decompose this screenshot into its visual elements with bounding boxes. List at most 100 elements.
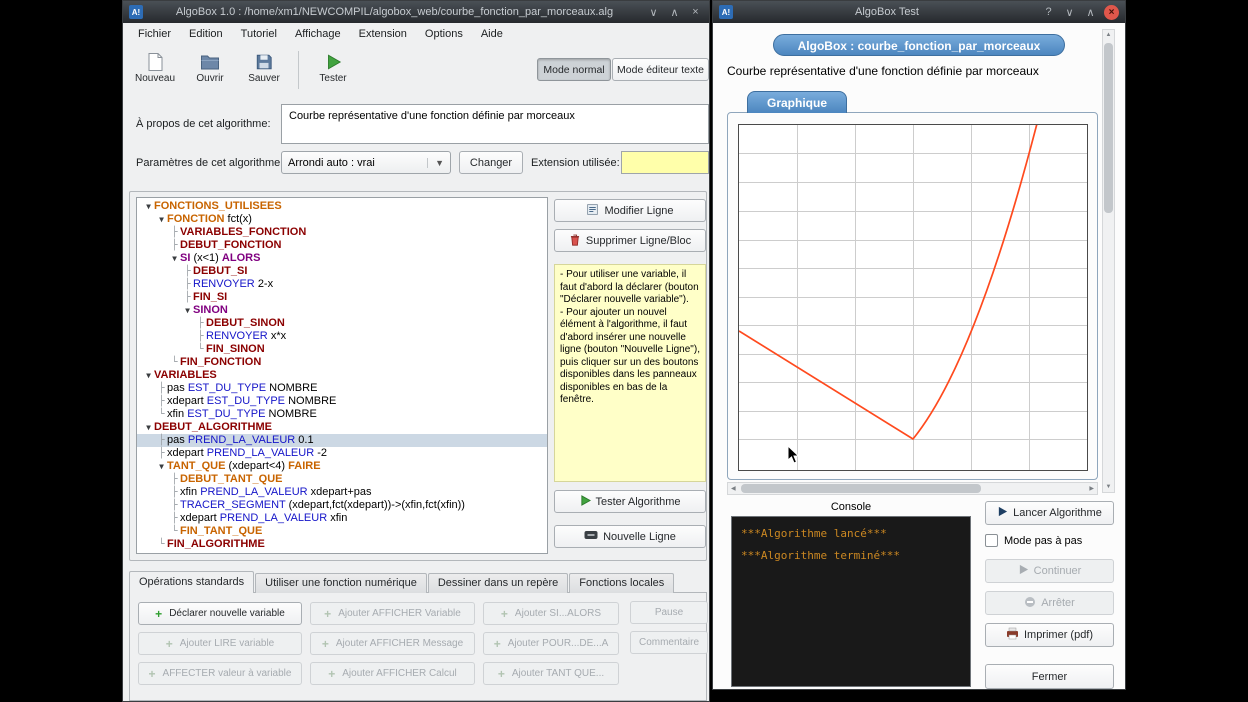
collapse-arrow-icon[interactable]: ▼ bbox=[156, 213, 167, 226]
tree-row[interactable]: ├TRACER_SEGMENT (xdepart,fct(xdepart))->… bbox=[137, 499, 547, 512]
mode-normal-button[interactable]: Mode normal bbox=[537, 58, 611, 81]
scroll-right-icon[interactable]: ▶ bbox=[1089, 485, 1094, 492]
tree-row[interactable]: ├RENVOYER x*x bbox=[137, 330, 547, 343]
tree-row[interactable]: ├xfin PREND_LA_VALEUR xdepart+pas bbox=[137, 486, 547, 499]
tree-row[interactable]: ├RENVOYER 2-x bbox=[137, 278, 547, 291]
open-button[interactable]: Ouvrir bbox=[187, 49, 233, 87]
add-if-then-button[interactable]: +Ajouter SI...ALORS bbox=[483, 602, 619, 625]
algorithm-tree[interactable]: ▼FONCTIONS_UTILISEES ▼FONCTION fct(x) ├V… bbox=[136, 197, 548, 554]
menu-edition[interactable]: Edition bbox=[180, 24, 232, 44]
tree-row[interactable]: ├VARIABLES_FONCTION bbox=[137, 226, 547, 239]
tab-utiliser-une-fonction-num-rique[interactable]: Utiliser une fonction numérique bbox=[255, 573, 427, 593]
add-display-variable-button[interactable]: +Ajouter AFFICHER Variable bbox=[310, 602, 475, 625]
test-titlebar[interactable]: A! AlgoBox Test ? ∨ ∧ × bbox=[713, 1, 1125, 23]
rounding-select[interactable]: Arrondi auto : vrai ▼ bbox=[281, 151, 451, 174]
add-display-message-button[interactable]: +Ajouter AFFICHER Message bbox=[310, 632, 475, 655]
minimize-icon[interactable]: ∨ bbox=[646, 6, 661, 19]
close-icon[interactable]: × bbox=[1104, 5, 1119, 20]
continue-button[interactable]: Continuer bbox=[985, 559, 1114, 583]
delete-line-button[interactable]: Supprimer Ligne/Bloc bbox=[554, 229, 706, 252]
collapse-arrow-icon[interactable]: ▼ bbox=[156, 460, 167, 473]
tree-row[interactable]: ├DEBUT_FONCTION bbox=[137, 239, 547, 252]
add-read-variable-button[interactable]: +Ajouter LIRE variable bbox=[138, 632, 302, 655]
collapse-arrow-icon[interactable]: ▼ bbox=[143, 369, 154, 382]
new-button[interactable]: Nouveau bbox=[131, 49, 179, 87]
menu-extension[interactable]: Extension bbox=[350, 24, 416, 44]
collapse-arrow-icon[interactable]: ▼ bbox=[182, 304, 193, 317]
scroll-down-icon[interactable]: ▼ bbox=[1103, 484, 1114, 490]
add-while-loop-button[interactable]: +Ajouter TANT QUE... bbox=[483, 662, 619, 685]
tree-row[interactable]: ▼FONCTION fct(x) bbox=[137, 213, 547, 226]
maximize-icon[interactable]: ∧ bbox=[1083, 6, 1098, 19]
tree-row[interactable]: ▼SINON bbox=[137, 304, 547, 317]
test-button[interactable]: Tester bbox=[310, 49, 356, 87]
collapse-arrow-icon[interactable]: ▼ bbox=[143, 200, 154, 213]
vertical-scrollbar[interactable]: ▲ ▼ bbox=[1102, 29, 1115, 493]
comment-button[interactable]: Commentaire bbox=[630, 631, 708, 654]
step-mode-row[interactable]: Mode pas à pas bbox=[985, 534, 1082, 547]
pause-button[interactable]: Pause bbox=[630, 601, 708, 624]
menu-fichier[interactable]: Fichier bbox=[129, 24, 180, 44]
tree-row[interactable]: ├xdepart PREND_LA_VALEUR -2 bbox=[137, 447, 547, 460]
main-titlebar[interactable]: A! AlgoBox 1.0 : /home/xm1/NEWCOMPIL/alg… bbox=[123, 1, 709, 23]
test-algorithm-button[interactable]: Tester Algorithme bbox=[554, 490, 706, 513]
tree-row[interactable]: ▼VARIABLES bbox=[137, 369, 547, 382]
menu-tutoriel[interactable]: Tutoriel bbox=[232, 24, 286, 44]
tree-row[interactable]: └FIN_TANT_QUE bbox=[137, 525, 547, 538]
assign-value-to-variable-button[interactable]: +AFFECTER valeur à variable bbox=[138, 662, 302, 685]
vertical-scroll-thumb[interactable] bbox=[1104, 43, 1113, 213]
tree-row[interactable]: ├xdepart PREND_LA_VALEUR xfin bbox=[137, 512, 547, 525]
minimize-icon[interactable]: ∨ bbox=[1062, 6, 1077, 19]
stop-button[interactable]: Arrêter bbox=[985, 591, 1114, 615]
menu-aide[interactable]: Aide bbox=[472, 24, 512, 44]
close-button[interactable]: Fermer bbox=[985, 664, 1114, 689]
print-pdf-button[interactable]: Imprimer (pdf) bbox=[985, 623, 1114, 647]
declare-new-variable-button[interactable]: +Déclarer nouvelle variable bbox=[138, 602, 302, 625]
scroll-left-icon[interactable]: ◀ bbox=[731, 485, 736, 492]
tree-row[interactable]: ▼SI (x<1) ALORS bbox=[137, 252, 547, 265]
run-algorithm-button[interactable]: Lancer Algorithme bbox=[985, 501, 1114, 525]
maximize-icon[interactable]: ∧ bbox=[667, 6, 682, 19]
tree-connector: └ bbox=[156, 408, 167, 421]
add-for-loop-button[interactable]: +Ajouter POUR...DE...A bbox=[483, 632, 619, 655]
menu-affichage[interactable]: Affichage bbox=[286, 24, 350, 44]
tree-row[interactable]: ├DEBUT_SI bbox=[137, 265, 547, 278]
about-textarea[interactable]: Courbe représentative d'une fonction déf… bbox=[281, 104, 709, 144]
tab-op-rations-standards[interactable]: Opérations standards bbox=[129, 571, 254, 593]
collapse-arrow-icon[interactable]: ▼ bbox=[143, 421, 154, 434]
add-display-calc-button[interactable]: +Ajouter AFFICHER Calcul bbox=[310, 662, 475, 685]
desktop: A! AlgoBox 1.0 : /home/xm1/NEWCOMPIL/alg… bbox=[0, 0, 1248, 702]
save-button[interactable]: Sauver bbox=[241, 49, 287, 87]
horizontal-scroll-thumb[interactable] bbox=[741, 484, 981, 493]
tree-row[interactable]: └FIN_FONCTION bbox=[137, 356, 547, 369]
tree-row[interactable]: ├DEBUT_TANT_QUE bbox=[137, 473, 547, 486]
mode-text-editor-button[interactable]: Mode éditeur texte bbox=[612, 58, 709, 81]
tree-row[interactable]: ▼FONCTIONS_UTILISEES bbox=[137, 200, 547, 213]
tree-row[interactable]: ├DEBUT_SINON bbox=[137, 317, 547, 330]
extension-field[interactable] bbox=[621, 151, 709, 174]
tree-row[interactable]: ▼DEBUT_ALGORITHME bbox=[137, 421, 547, 434]
scroll-up-icon[interactable]: ▲ bbox=[1103, 32, 1114, 38]
help-icon[interactable]: ? bbox=[1041, 6, 1056, 18]
graph-canvas[interactable] bbox=[738, 124, 1088, 471]
tree-row[interactable]: ├pas PREND_LA_VALEUR 0.1 bbox=[137, 434, 547, 447]
modify-line-button[interactable]: Modifier Ligne bbox=[554, 199, 706, 222]
tree-row[interactable]: └xfin EST_DU_TYPE NOMBRE bbox=[137, 408, 547, 421]
step-mode-checkbox[interactable] bbox=[985, 534, 998, 547]
tab-dessiner-dans-un-rep-re[interactable]: Dessiner dans un repère bbox=[428, 573, 568, 593]
tab-graphique[interactable]: Graphique bbox=[747, 91, 847, 113]
tree-row[interactable]: ├FIN_SI bbox=[137, 291, 547, 304]
close-icon[interactable]: × bbox=[688, 6, 703, 18]
tree-row[interactable]: ├pas EST_DU_TYPE NOMBRE bbox=[137, 382, 547, 395]
new-line-button[interactable]: Nouvelle Ligne bbox=[554, 525, 706, 548]
changer-button[interactable]: Changer bbox=[459, 151, 523, 174]
tree-row[interactable]: ├xdepart EST_DU_TYPE NOMBRE bbox=[137, 395, 547, 408]
menu-options[interactable]: Options bbox=[416, 24, 472, 44]
tree-connector: ├ bbox=[195, 330, 206, 343]
tree-row[interactable]: ▼TANT_QUE (xdepart<4) FAIRE bbox=[137, 460, 547, 473]
tree-row[interactable]: └FIN_ALGORITHME bbox=[137, 538, 547, 551]
tree-row[interactable]: └FIN_SINON bbox=[137, 343, 547, 356]
tab-fonctions-locales[interactable]: Fonctions locales bbox=[569, 573, 674, 593]
horizontal-scrollbar[interactable]: ◀ ▶ bbox=[727, 482, 1098, 495]
collapse-arrow-icon[interactable]: ▼ bbox=[169, 252, 180, 265]
